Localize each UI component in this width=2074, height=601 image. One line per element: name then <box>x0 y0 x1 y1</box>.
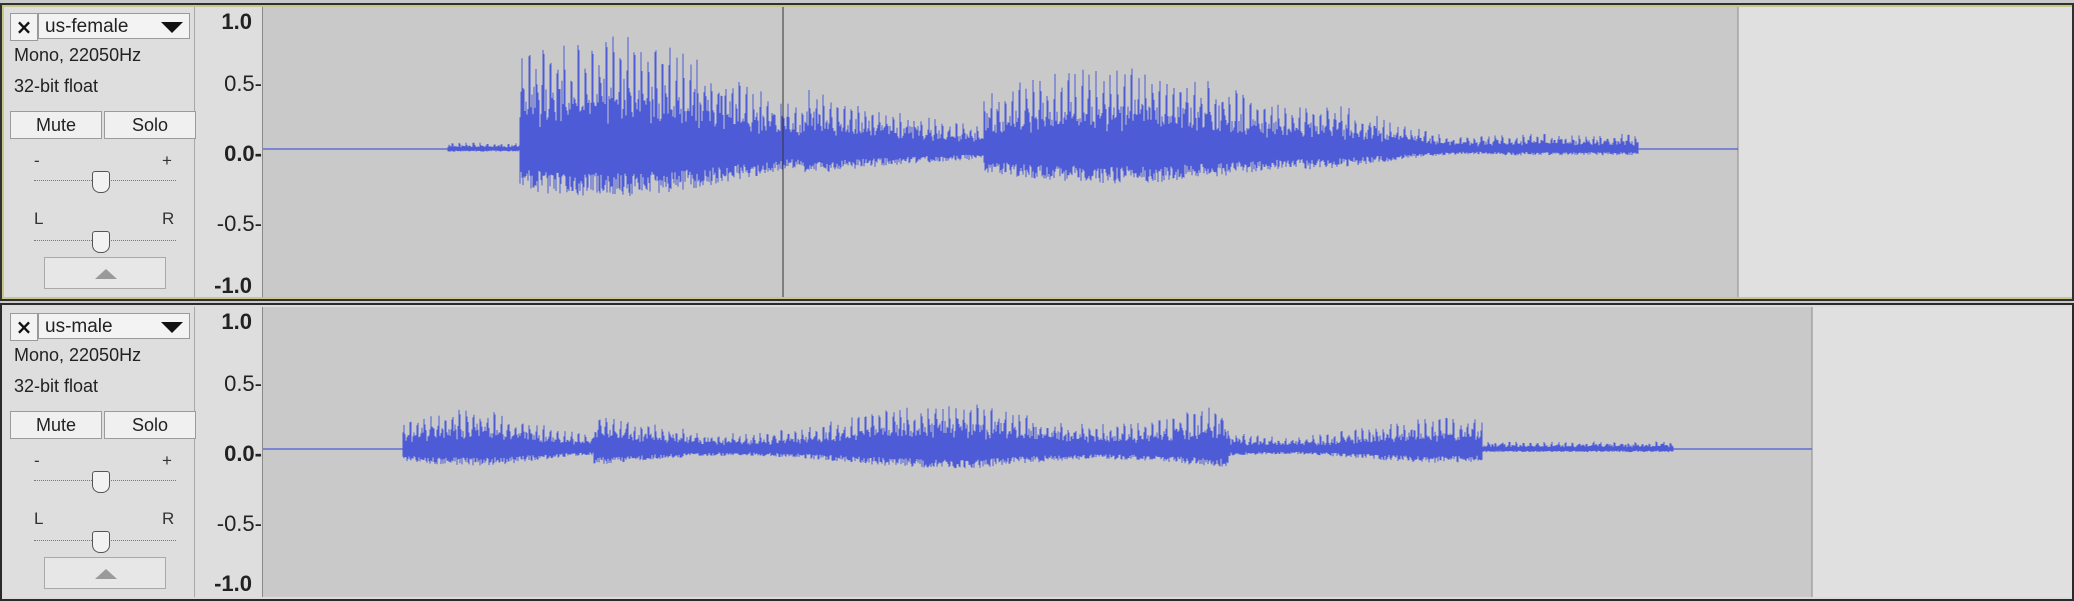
track-name-menu[interactable]: us-female <box>38 13 190 39</box>
scale-label-lower: -0.5- <box>216 211 262 236</box>
scale-label-zero: 0.0- <box>224 441 262 466</box>
collapse-up-icon <box>95 269 117 279</box>
scale-label-bottom: -1.0 <box>214 273 252 298</box>
mute-button[interactable]: Mute <box>10 111 102 139</box>
amplitude-ruler: 1.0 0.5- 0.0- -0.5- -1.0 <box>196 307 263 597</box>
mute-button[interactable]: Mute <box>10 411 102 439</box>
solo-button[interactable]: Solo <box>104 111 196 139</box>
pan-left-label: L <box>34 209 44 228</box>
pan-slider-thumb[interactable] <box>92 531 110 553</box>
track-format: Mono, 22050Hz <box>14 45 142 65</box>
collapse-button[interactable] <box>44 557 166 589</box>
track-sample-format: 32-bit float <box>14 376 99 396</box>
track-control-panel: × us-male Mono, 22050Hz 32-bit float Mut… <box>4 307 196 597</box>
gain-minus-label: - <box>34 151 40 170</box>
track-name-label: us-male <box>45 316 113 337</box>
close-icon[interactable]: × <box>10 13 38 41</box>
track-sample-format: 32-bit float <box>14 76 99 96</box>
pan-slider-thumb[interactable] <box>92 231 110 253</box>
waveform-display[interactable] <box>263 7 2072 297</box>
pan-left-label: L <box>34 509 44 528</box>
dropdown-arrow-icon <box>161 22 183 33</box>
waveform-display[interactable] <box>263 307 2072 597</box>
scale-label-lower: -0.5- <box>216 511 262 536</box>
close-icon[interactable]: × <box>10 313 38 341</box>
waveform-area[interactable] <box>263 307 2072 597</box>
track-name-menu[interactable]: us-male <box>38 313 190 339</box>
waveform-area[interactable] <box>263 7 2072 297</box>
gain-minus-label: - <box>34 451 40 470</box>
collapse-up-icon <box>95 569 117 579</box>
gain-plus-label: + <box>162 151 172 170</box>
dropdown-arrow-icon <box>161 322 183 333</box>
gain-slider-thumb[interactable] <box>92 171 110 193</box>
track-name-label: us-female <box>45 16 129 37</box>
scale-label-bottom: -1.0 <box>214 571 252 596</box>
amplitude-ruler: 1.0 0.5- 0.0- -0.5- -1.0 <box>196 7 263 298</box>
audio-track-us-female[interactable]: × us-female Mono, 22050Hz 32-bit float M… <box>0 3 2074 301</box>
scale-label-upper: 0.5- <box>224 71 262 96</box>
audio-track-us-male[interactable]: × us-male Mono, 22050Hz 32-bit float Mut… <box>0 303 2074 601</box>
collapse-button[interactable] <box>44 257 166 289</box>
track-control-panel: × us-female Mono, 22050Hz 32-bit float M… <box>4 7 196 297</box>
track-format: Mono, 22050Hz <box>14 345 142 365</box>
scale-label-top: 1.0 <box>221 9 252 34</box>
gain-slider-thumb[interactable] <box>92 471 110 493</box>
scale-label-zero: 0.0- <box>224 141 262 166</box>
gain-plus-label: + <box>162 451 172 470</box>
scale-label-upper: 0.5- <box>224 371 262 396</box>
pan-right-label: R <box>162 209 175 228</box>
scale-label-top: 1.0 <box>221 309 252 334</box>
pan-right-label: R <box>162 509 175 528</box>
solo-button[interactable]: Solo <box>104 411 196 439</box>
